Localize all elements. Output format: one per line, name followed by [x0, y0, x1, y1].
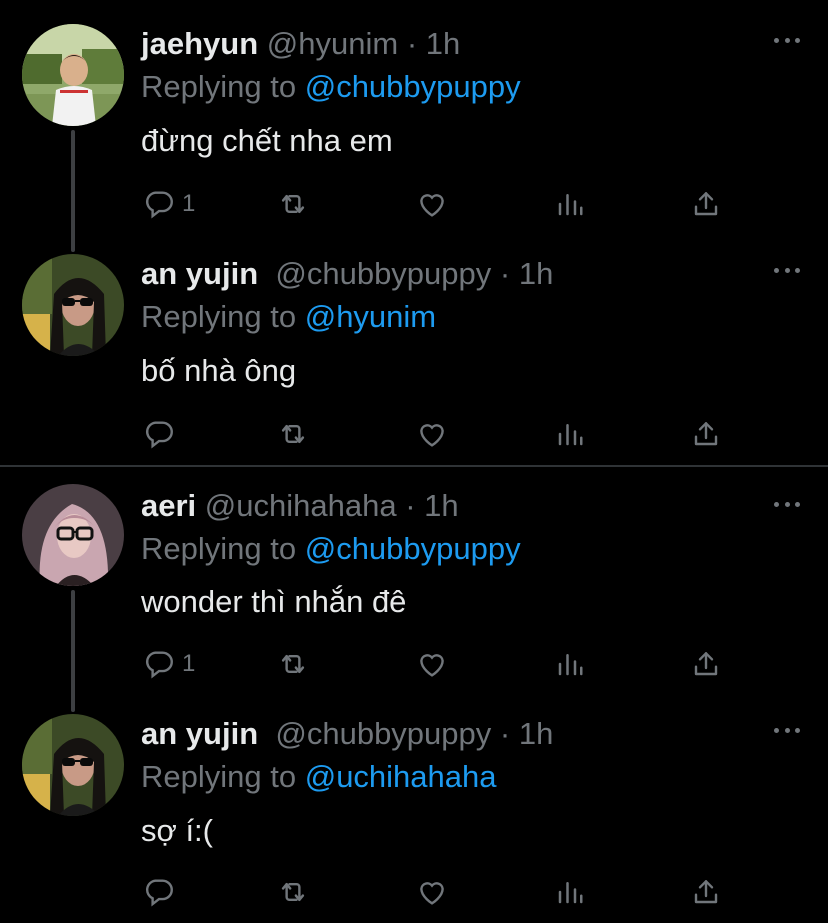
timestamp[interactable]: 1h [424, 488, 458, 523]
stats-icon [558, 194, 583, 216]
like-button[interactable] [415, 186, 449, 222]
timestamp[interactable]: 1h [519, 256, 553, 291]
reply-button[interactable]: 1 [142, 186, 195, 222]
mention-link[interactable]: @chubbypuppy [305, 531, 521, 566]
tweet[interactable]: an yujin @chubbypuppy · 1h Replying to @… [0, 690, 828, 923]
reply-icon [146, 191, 173, 219]
stats-icon [558, 424, 583, 446]
like-button[interactable] [415, 646, 449, 682]
heart-icon [420, 654, 444, 677]
separator-dot: · [499, 716, 511, 751]
like-button[interactable] [415, 416, 449, 452]
replying-to-label: Replying to [141, 531, 305, 566]
more-icon[interactable] [774, 498, 800, 510]
replying-to: Replying to @chubbypuppy [141, 530, 521, 568]
share-button[interactable] [690, 874, 722, 910]
replying-to: Replying to @hyunim [141, 298, 436, 336]
reply-count: 1 [182, 650, 196, 677]
timestamp[interactable]: 1h [426, 26, 460, 61]
replying-to: Replying to @uchihahaha [141, 758, 497, 796]
retweet-button[interactable] [275, 416, 311, 452]
stats-button[interactable] [555, 416, 585, 452]
like-button[interactable] [415, 874, 449, 910]
avatar[interactable] [22, 254, 124, 356]
replying-to-label: Replying to [141, 69, 305, 104]
stats-button[interactable] [555, 186, 585, 222]
reply-button[interactable] [142, 416, 182, 452]
retweet-icon [281, 655, 305, 673]
heart-icon [420, 882, 444, 905]
reply-count: 1 [182, 190, 196, 217]
stats-icon [558, 882, 583, 904]
tweet-text: bố nhà ông [141, 353, 297, 388]
avatar[interactable] [22, 714, 124, 816]
retweet-icon [281, 883, 305, 901]
tweet-header: an yujin @chubbypuppy · 1h [141, 256, 553, 292]
tweet-header: aeri @uchihahaha · 1h [141, 488, 459, 524]
share-icon [694, 652, 718, 676]
retweet-button[interactable] [275, 186, 311, 222]
mention-link[interactable]: @chubbypuppy [305, 69, 521, 104]
display-name[interactable]: jaehyun [141, 26, 258, 61]
heart-icon [420, 424, 444, 447]
reply-icon [146, 879, 173, 907]
avatar[interactable] [22, 24, 124, 126]
retweet-icon [281, 195, 305, 213]
reply-button[interactable] [142, 874, 182, 910]
more-icon[interactable] [774, 724, 800, 736]
share-icon [694, 880, 718, 904]
share-button[interactable] [690, 646, 722, 682]
share-button[interactable] [690, 416, 722, 452]
replying-to: Replying to @chubbypuppy [141, 68, 521, 106]
user-handle[interactable]: @chubbypuppy [275, 716, 491, 751]
more-icon[interactable] [774, 34, 800, 46]
replying-to-label: Replying to [141, 759, 305, 794]
stats-icon [558, 654, 583, 676]
tweet[interactable]: an yujin @chubbypuppy · 1h Replying to @… [0, 230, 828, 465]
user-handle[interactable]: @hyunim [267, 26, 398, 61]
tweet-text: wonder thì nhắn đê [141, 584, 407, 619]
mention-link[interactable]: @hyunim [305, 299, 436, 334]
retweet-button[interactable] [275, 646, 311, 682]
share-button[interactable] [690, 186, 722, 222]
retweet-button[interactable] [275, 874, 311, 910]
replying-to-label: Replying to [141, 299, 305, 334]
tweet-header: jaehyun @hyunim · 1h [141, 26, 460, 62]
separator-dot: · [405, 488, 416, 523]
tweet-header: an yujin @chubbypuppy · 1h [141, 716, 553, 752]
display-name[interactable]: aeri [141, 488, 196, 523]
reply-icon [146, 651, 173, 679]
mention-link[interactable]: @uchihahaha [305, 759, 497, 794]
display-name[interactable]: an yujin [141, 256, 258, 291]
share-icon [694, 422, 718, 446]
reply-icon [146, 421, 173, 449]
share-icon [694, 192, 718, 216]
timestamp[interactable]: 1h [519, 716, 553, 751]
tweet[interactable]: jaehyun @hyunim · 1h Replying to @chubby… [0, 0, 828, 230]
separator-dot: · [406, 26, 418, 61]
stats-button[interactable] [555, 646, 585, 682]
tweet-text: đừng chết nha em [141, 123, 393, 158]
tweet[interactable]: aeri @uchihahaha · 1h Replying to @chubb… [0, 460, 828, 690]
retweet-icon [281, 425, 305, 443]
stats-button[interactable] [555, 874, 585, 910]
reply-button[interactable]: 1 [142, 646, 195, 682]
avatar[interactable] [22, 484, 124, 586]
separator-dot: · [499, 256, 511, 291]
more-icon[interactable] [774, 264, 800, 276]
user-handle[interactable]: @uchihahaha [205, 488, 397, 523]
heart-icon [420, 194, 444, 217]
display-name[interactable]: an yujin [141, 716, 258, 751]
tweet-text: sợ í:( [141, 813, 213, 848]
user-handle[interactable]: @chubbypuppy [275, 256, 491, 291]
